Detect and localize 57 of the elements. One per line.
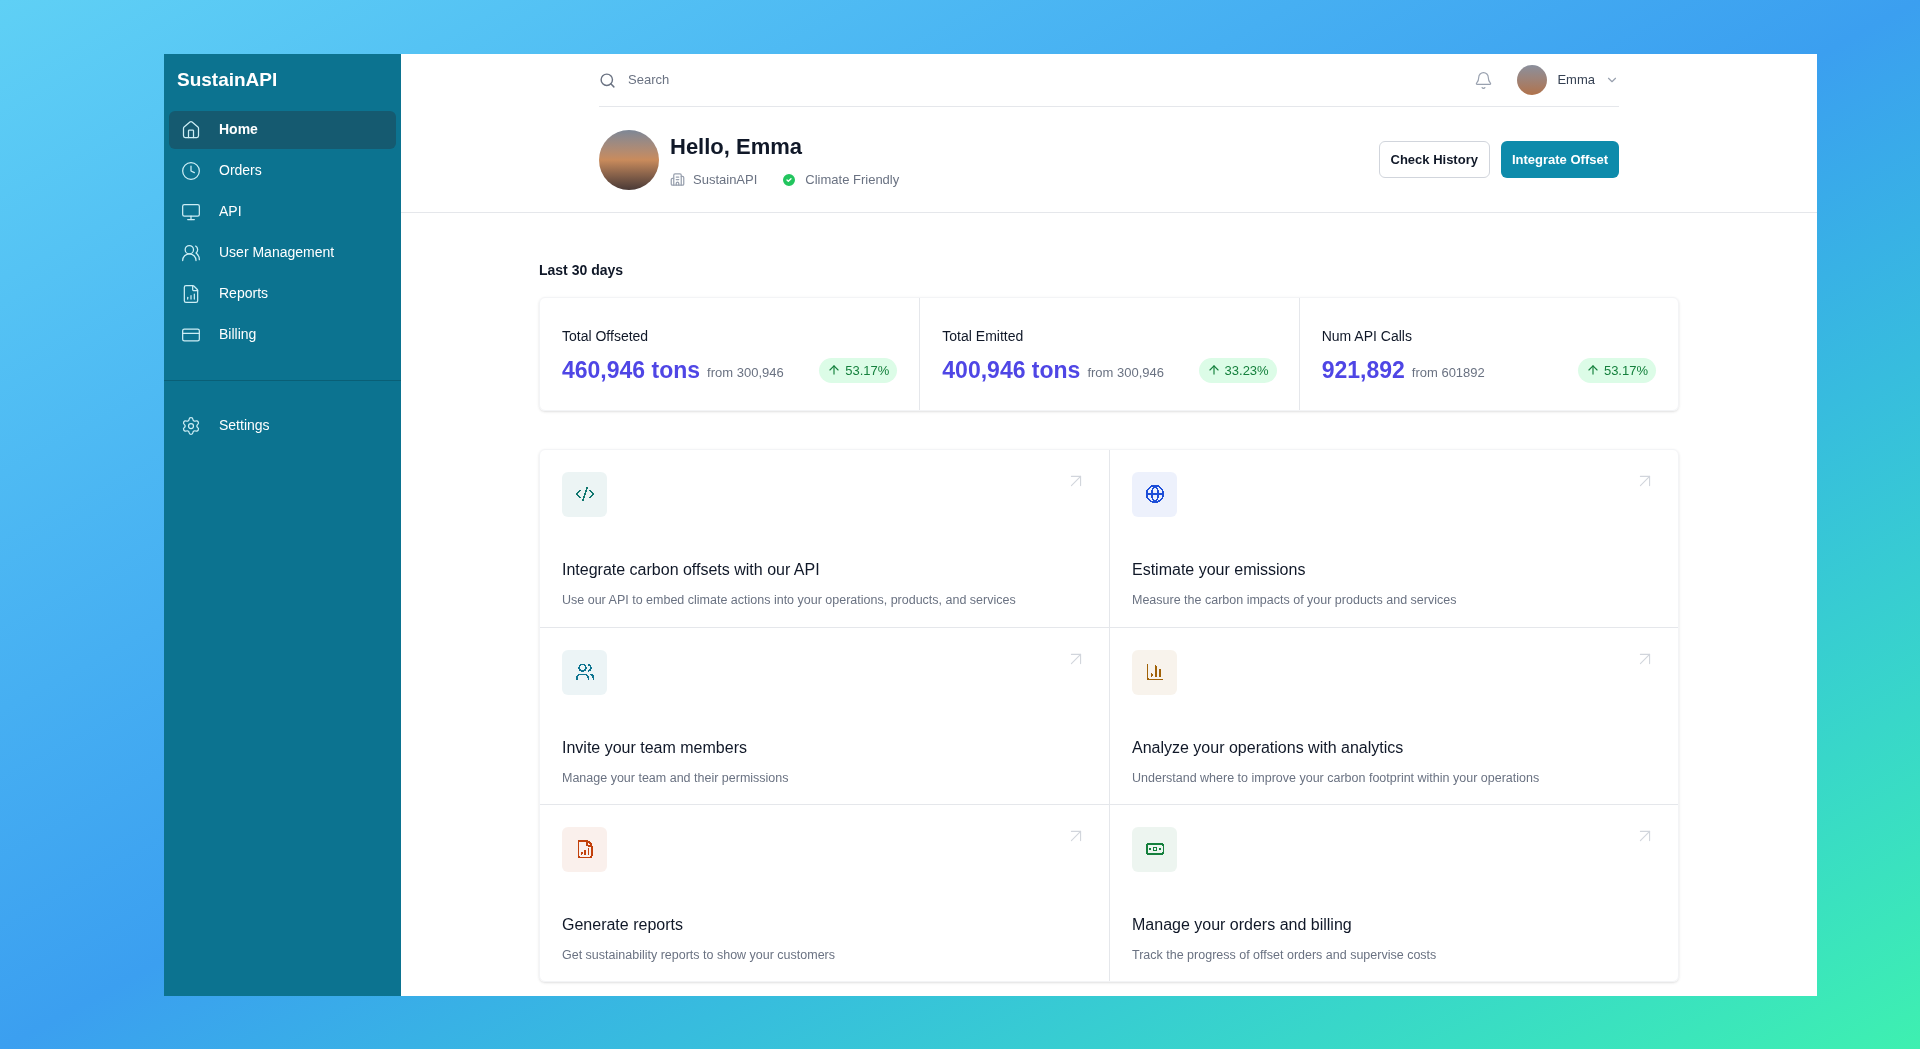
- user-menu[interactable]: Emma: [1517, 65, 1619, 95]
- building-icon: [670, 172, 685, 187]
- secondary-button[interactable]: Check History: [1378, 141, 1490, 178]
- sidebar-item[interactable]: API: [169, 192, 396, 231]
- check-circle-icon: [781, 171, 798, 188]
- monitor-icon: [181, 201, 201, 222]
- card-title: Estimate your emissions: [1132, 559, 1307, 580]
- report-file-icon: [181, 283, 201, 304]
- search-icon: [599, 71, 616, 89]
- card-description: Use our API to embed climate actions into your operations, products, and services: [562, 591, 1017, 609]
- sidebar-item[interactable]: Settings: [169, 406, 396, 445]
- card-description: Manage your team and their permissions: [562, 769, 790, 787]
- home-icon: [181, 119, 201, 140]
- stat-comparison: from 300,946: [707, 363, 784, 382]
- card-title: Manage your orders and billing: [1132, 914, 1353, 935]
- card-title: Generate reports: [562, 914, 684, 935]
- period-label: Last 30 days: [539, 261, 625, 280]
- sidebar-item[interactable]: User Management: [169, 233, 396, 272]
- card-description: Get sustainability reports to show your customers: [562, 946, 837, 964]
- stat-comparison: from 300,946: [1087, 363, 1165, 382]
- change-badge: 53.17%: [819, 357, 898, 383]
- status-label: Climate Friendly: [805, 170, 900, 189]
- search-field[interactable]: Search: [628, 70, 928, 90]
- action-card[interactable]: Analyze your operations with analytics Understand where to improve your carbon footprint within your operations: [1109, 626, 1678, 804]
- stat-value: 921,892: [1321, 356, 1405, 385]
- clock-icon: [181, 160, 201, 181]
- notification-icon[interactable]: [1474, 70, 1494, 90]
- action-card[interactable]: Estimate your emissions Measure the carbon impacts of your products and services: [1109, 449, 1678, 627]
- card-title: Analyze your operations with analytics: [1132, 737, 1405, 758]
- avatar-placeholder: [1517, 65, 1548, 95]
- sidebar-item[interactable]: Home: [169, 110, 396, 149]
- settings-icon: [181, 415, 201, 436]
- users-icon: [181, 242, 201, 263]
- stat-value: 400,946 tons: [942, 356, 1081, 385]
- sidebar-item[interactable]: Reports: [169, 274, 396, 313]
- change-badge: 53.17%: [1577, 357, 1656, 383]
- action-card[interactable]: Integrate carbon offsets with our API Use our API to embed climate actions into your operations, products, and services: [540, 449, 1109, 627]
- card-title: Invite your team members: [562, 737, 748, 758]
- stat-label: Num API Calls: [1321, 327, 1413, 346]
- stat-value: 460,946 tons: [562, 356, 701, 385]
- action-card[interactable]: Generate reports Get sustainability reports to show your customers: [540, 803, 1109, 981]
- action-card[interactable]: Invite your team members Manage your team and their permissions: [540, 626, 1109, 804]
- sidebar-item[interactable]: Billing: [169, 315, 396, 354]
- stat-comparison: from 601892: [1411, 363, 1485, 382]
- company-name: SustainAPI: [693, 170, 758, 189]
- change-badge: 33.23%: [1198, 357, 1277, 383]
- card-description: Track the progress of offset orders and supervise costs: [1132, 946, 1438, 964]
- stat-label: Total Emitted: [942, 327, 1025, 346]
- primary-button[interactable]: Integrate Offset: [1500, 141, 1619, 178]
- card-description: Measure the carbon impacts of your products and services: [1132, 591, 1458, 609]
- card-title: Integrate carbon offsets with our API: [562, 559, 821, 580]
- greeting-title: Hello, Emma: [670, 132, 804, 161]
- brand-name: SustainAPI: [176, 68, 279, 92]
- sidebar-item[interactable]: Orders: [169, 151, 396, 190]
- stat-label: Total Offseted: [562, 327, 650, 346]
- action-card[interactable]: Manage your orders and billing Track the progress of offset orders and supervise costs: [1109, 803, 1678, 981]
- card-description: Understand where to improve your carbon footprint within your operations: [1132, 769, 1541, 787]
